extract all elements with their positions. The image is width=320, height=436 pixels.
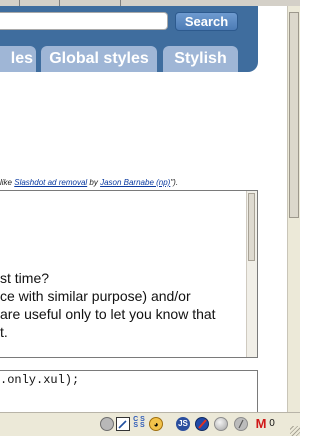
resize-grip[interactable] bbox=[290, 426, 300, 436]
face-icon[interactable]: ◕ bbox=[149, 417, 163, 431]
page-scroll-thumb[interactable] bbox=[289, 12, 299, 218]
tab-stylish[interactable]: Stylish bbox=[163, 46, 238, 72]
code-textarea[interactable]: .only.xul); bbox=[0, 370, 258, 414]
tab-global-styles[interactable]: Global styles bbox=[41, 46, 157, 72]
textarea-scrollbar[interactable] bbox=[246, 191, 257, 357]
slash-icon[interactable] bbox=[234, 417, 248, 431]
javascript-icon[interactable]: JS bbox=[176, 417, 190, 431]
code-line: .only.xul); bbox=[0, 373, 80, 387]
textarea-content: st time? ce with similar purpose) and/or… bbox=[0, 269, 246, 341]
search-button[interactable]: Search bbox=[175, 12, 238, 31]
stop-icon[interactable] bbox=[195, 417, 209, 431]
description-textarea[interactable]: st time? ce with similar purpose) and/or… bbox=[0, 190, 258, 358]
text-line: t. bbox=[0, 324, 8, 340]
attribution-suffix: "). bbox=[170, 178, 179, 187]
gmail-icon[interactable]: M bbox=[253, 417, 269, 431]
text-line: are useful only to let you know that bbox=[0, 306, 216, 322]
edit-icon[interactable] bbox=[116, 417, 130, 431]
attribution-middle: by bbox=[87, 178, 101, 187]
attribution-prefix: like bbox=[0, 178, 15, 187]
site-header: Search les Global styles Stylish bbox=[0, 6, 258, 72]
search-input[interactable] bbox=[0, 12, 168, 30]
page-scrollbar[interactable] bbox=[287, 6, 300, 412]
tab-styles[interactable]: les bbox=[0, 46, 36, 72]
status-bar: C SS S ◕ JS M 0 bbox=[0, 412, 300, 436]
attribution-note: like Slashdot ad removal by Jason Barnab… bbox=[0, 178, 262, 187]
gear-icon[interactable] bbox=[100, 417, 114, 431]
mail-count: 0 bbox=[269, 418, 275, 429]
textarea-scroll-thumb[interactable] bbox=[248, 193, 255, 261]
grey-circle-icon[interactable] bbox=[214, 417, 228, 431]
css-icon[interactable]: C SS S bbox=[132, 416, 146, 431]
author-link[interactable]: Jason Barnabe (np) bbox=[100, 178, 170, 187]
slashdot-ad-removal-link[interactable]: Slashdot ad removal bbox=[14, 178, 87, 187]
text-line: st time? bbox=[0, 270, 50, 286]
text-line: ce with similar purpose) and/or bbox=[0, 288, 191, 304]
